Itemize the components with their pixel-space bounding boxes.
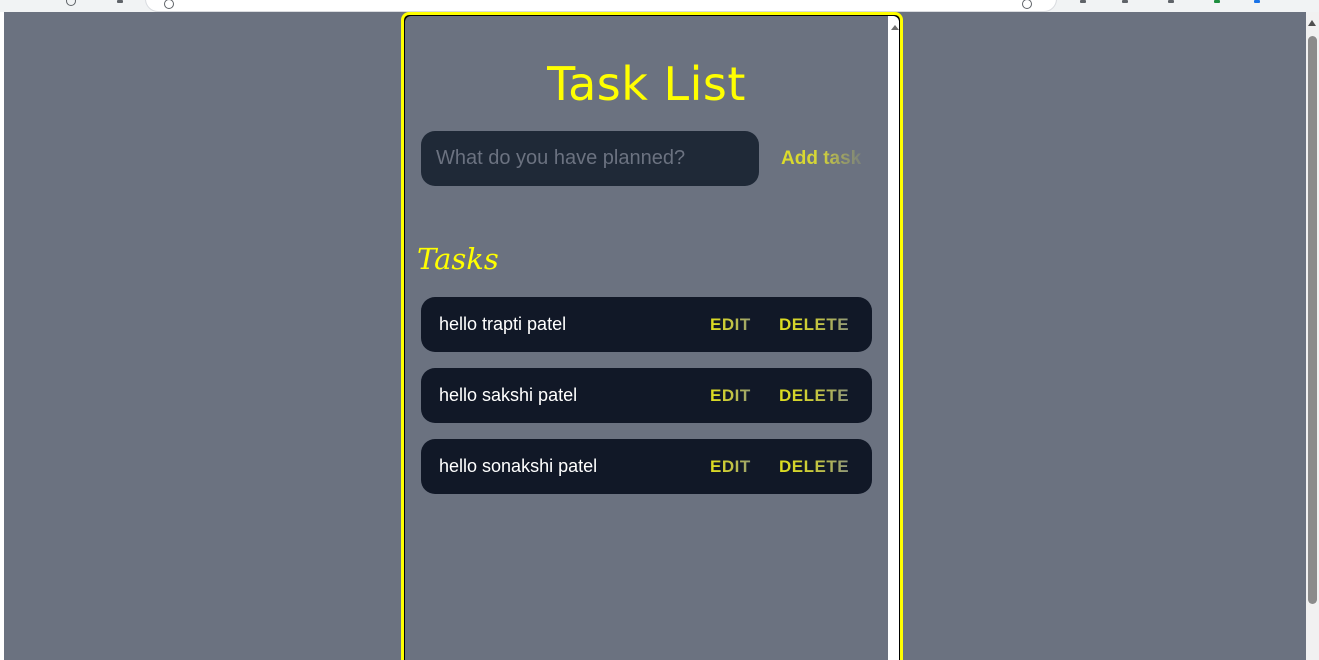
page-scrollbar[interactable]: [1306, 12, 1319, 660]
edit-label: EDIT: [710, 315, 751, 334]
delete-button[interactable]: DELETE: [779, 297, 849, 352]
add-task-label: Add task: [781, 148, 862, 169]
delete-label: DELETE: [779, 386, 850, 405]
task-text: hello sonakshi patel: [439, 456, 598, 476]
task-item: hello sakshi patel EDIT DELETE: [421, 368, 872, 423]
extension-icon[interactable]: [1168, 0, 1174, 3]
add-task-button[interactable]: Add task: [759, 131, 869, 186]
app-frame: Task List Add task Tasks hello trapti pa…: [401, 12, 903, 660]
task-app: Task List Add task Tasks hello trapti pa…: [405, 16, 899, 660]
extension-icon[interactable]: [1122, 0, 1128, 3]
delete-label: DELETE: [779, 457, 850, 476]
scroll-up-arrow-icon[interactable]: [890, 25, 899, 30]
edit-label: EDIT: [710, 386, 751, 405]
task-item: hello sonakshi patel EDIT DELETE: [421, 439, 872, 494]
task-text: hello trapti patel: [439, 314, 567, 334]
home-icon[interactable]: [117, 0, 123, 3]
address-bar[interactable]: [145, 0, 1057, 12]
delete-button[interactable]: DELETE: [779, 368, 849, 423]
edit-label: EDIT: [710, 457, 751, 476]
page-title: Task List: [547, 57, 746, 111]
scroll-up-arrow-icon[interactable]: [1308, 20, 1316, 26]
app-scrollbar[interactable]: [888, 16, 899, 660]
delete-button[interactable]: DELETE: [779, 439, 849, 494]
delete-label: DELETE: [779, 315, 850, 334]
new-task-form: Add task: [421, 131, 881, 187]
task-list: hello trapti patel EDIT DELETE hello sak…: [421, 297, 872, 510]
site-info-icon[interactable]: [164, 0, 174, 9]
scrollbar-thumb[interactable]: [1308, 36, 1317, 604]
extension-icon[interactable]: [1214, 0, 1220, 3]
tasks-heading: Tasks: [417, 242, 499, 276]
task-item: hello trapti patel EDIT DELETE: [421, 297, 872, 352]
page-viewport: Task List Add task Tasks hello trapti pa…: [4, 12, 1306, 660]
edit-button[interactable]: EDIT: [710, 368, 751, 423]
browser-toolbar-strip: [0, 0, 1319, 12]
edit-button[interactable]: EDIT: [710, 439, 751, 494]
profile-icon[interactable]: [1254, 0, 1260, 3]
extension-icon[interactable]: [1080, 0, 1086, 3]
edit-button[interactable]: EDIT: [710, 297, 751, 352]
new-task-input[interactable]: [421, 131, 759, 186]
reload-icon[interactable]: [66, 0, 76, 6]
task-text: hello sakshi patel: [439, 385, 578, 405]
bookmark-star-icon[interactable]: [1022, 0, 1032, 9]
